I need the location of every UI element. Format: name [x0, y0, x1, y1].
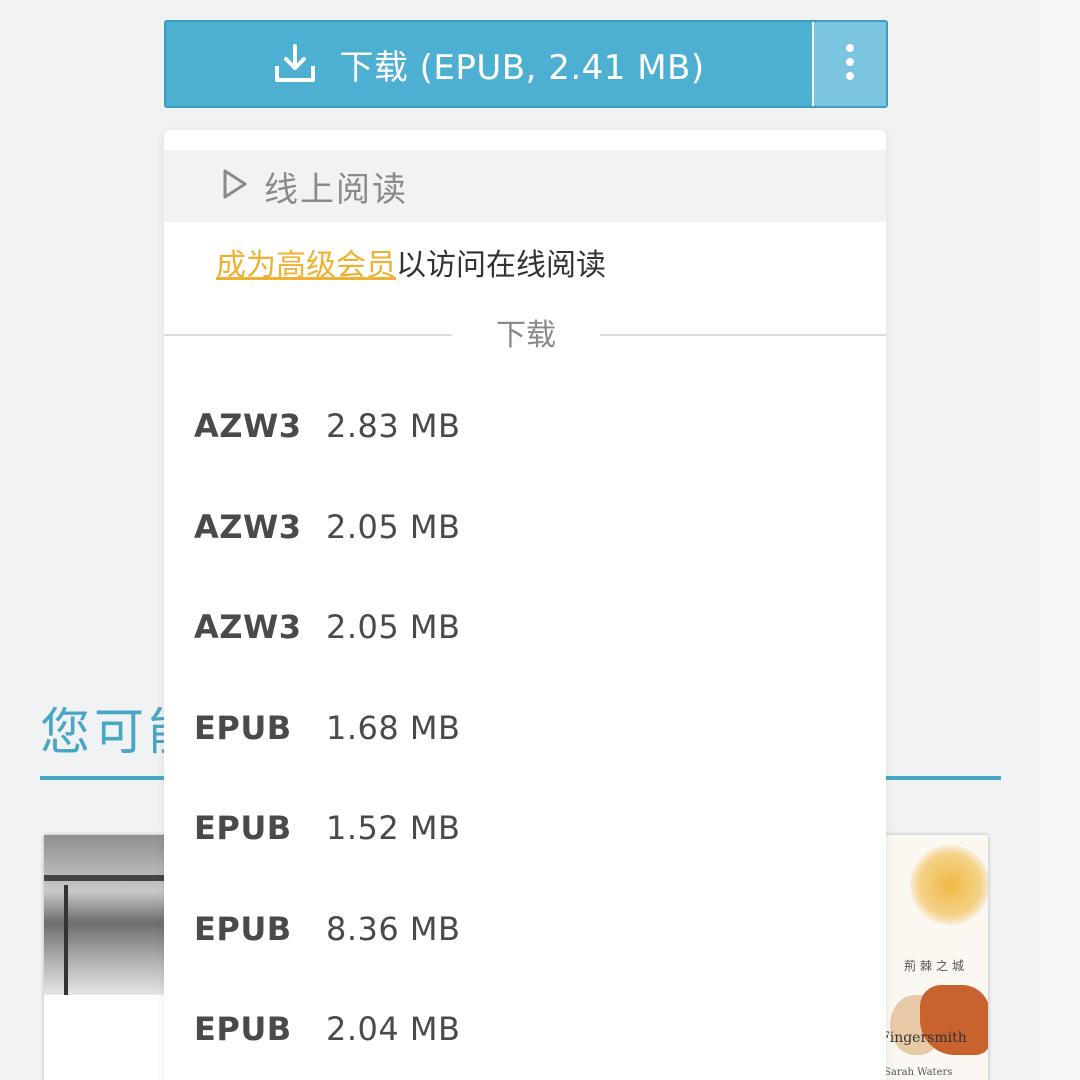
read-online-label: 线上阅读 [264, 169, 408, 210]
file-format: AZW3 [194, 507, 302, 546]
file-item[interactable]: EPUB 2.04 MB [164, 979, 886, 1080]
book-cover-left[interactable] [44, 835, 174, 1080]
file-item[interactable]: AZW3 2.05 MB [164, 477, 886, 578]
file-format: EPUB [194, 909, 292, 948]
file-item[interactable]: AZW3 2.05 MB [164, 577, 886, 678]
file-size: 1.52 MB [326, 809, 461, 848]
book-author: Sarah Waters [884, 1067, 953, 1078]
premium-note-text: 以访问在线阅读 [396, 248, 606, 283]
file-format: EPUB [194, 809, 292, 848]
button-separator [812, 22, 814, 106]
cover-art-yellow [910, 845, 988, 925]
download-button-label: 下载 (EPUB, 2.41 MB) [339, 47, 705, 88]
file-item[interactable]: EPUB 8.36 MB [164, 879, 886, 980]
divider-line-left [164, 334, 452, 336]
become-premium-link[interactable]: 成为高级会员 [216, 248, 396, 283]
play-icon [222, 168, 248, 204]
book-cover-right[interactable]: 荊棘之城 Fingersmith Sarah Waters [870, 835, 988, 1080]
file-item[interactable]: EPUB 1.68 MB [164, 678, 886, 779]
download-button[interactable]: 下载 (EPUB, 2.41 MB) [166, 22, 812, 106]
file-size: 2.04 MB [326, 1010, 461, 1049]
file-format: AZW3 [194, 407, 302, 446]
more-options-button[interactable] [814, 22, 886, 106]
download-icon [273, 44, 317, 84]
file-format: EPUB [194, 708, 292, 747]
file-size: 2.05 MB [326, 608, 461, 647]
download-section-label: 下载 [496, 318, 556, 353]
page: 您可能 荊棘之城 Fingersmith Sarah Waters 下载 (EP… [0, 0, 1080, 1080]
file-size: 1.68 MB [326, 708, 461, 747]
file-list: AZW3 2.83 MB AZW3 2.05 MB AZW3 2.05 MB E… [164, 376, 886, 1080]
file-item[interactable]: AZW3 2.83 MB [164, 376, 886, 477]
book-title-cn: 荊棘之城 [904, 959, 969, 973]
download-split-button: 下载 (EPUB, 2.41 MB) [164, 20, 888, 108]
file-format: EPUB [194, 1010, 292, 1049]
download-dropdown: 线上阅读 成为高级会员以访问在线阅读 下载 AZW3 2.83 MB AZW3 … [164, 130, 886, 1080]
file-item[interactable]: EPUB 1.52 MB [164, 778, 886, 879]
file-size: 8.36 MB [326, 909, 461, 948]
book-title-en: Fingersmith [880, 1030, 967, 1046]
download-section-divider: 下载 [164, 316, 886, 356]
divider-line-right [600, 334, 886, 336]
file-size: 2.05 MB [326, 507, 461, 546]
premium-note: 成为高级会员以访问在线阅读 [216, 240, 606, 284]
more-vertical-icon [844, 42, 856, 86]
read-online-item[interactable]: 线上阅读 [164, 150, 886, 222]
book-cover-photo [44, 835, 174, 995]
file-format: AZW3 [194, 608, 302, 647]
file-size: 2.83 MB [326, 407, 461, 446]
